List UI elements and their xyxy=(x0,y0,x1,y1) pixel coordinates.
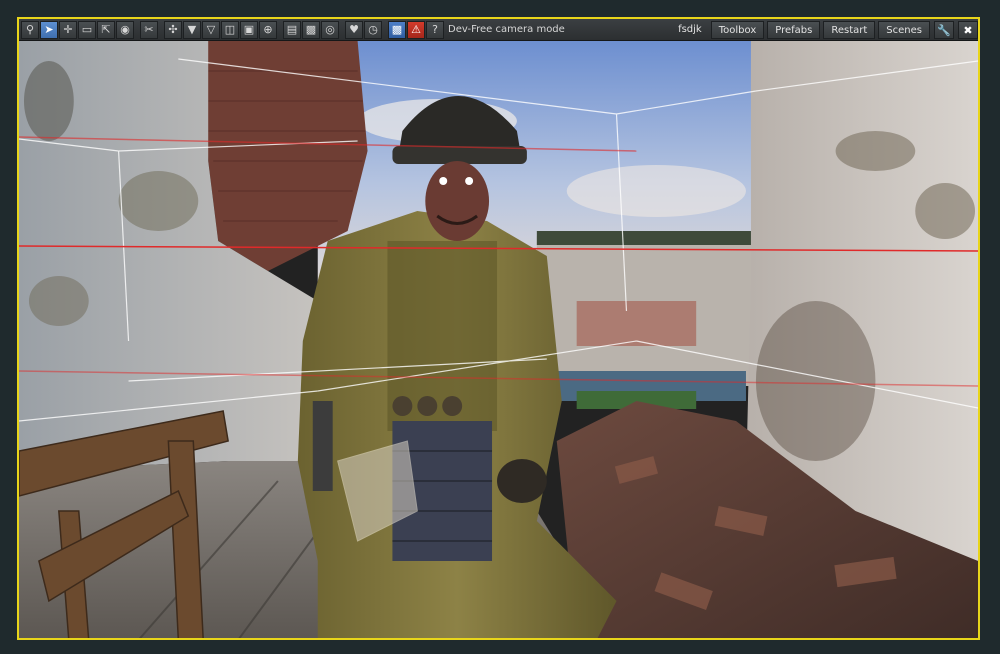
eye-icon[interactable]: ◎ xyxy=(321,20,339,39)
globe-icon[interactable]: ◉ xyxy=(116,20,134,39)
close-icon[interactable]: ✖ xyxy=(958,21,978,39)
toolbar-right-group: fsdjk Toolbox Prefabs Restart Scenes 🔧 ✖ xyxy=(670,19,978,41)
page-icon[interactable]: ▤ xyxy=(283,20,301,39)
user-tag: fsdjk xyxy=(678,24,702,35)
panel-icon[interactable]: ◫ xyxy=(221,20,239,39)
toolbox-menu-button[interactable]: Toolbox xyxy=(710,21,765,39)
rect-select-icon[interactable]: ▭ xyxy=(78,20,96,39)
heart-icon[interactable]: ♥ xyxy=(345,20,363,39)
scissors-icon[interactable]: ✂ xyxy=(140,20,158,39)
help-icon[interactable]: ? xyxy=(426,20,444,39)
target-icon[interactable]: ⊕ xyxy=(259,20,277,39)
wrench-icon[interactable]: 🔧 xyxy=(934,21,954,39)
scale-icon[interactable]: ⇱ xyxy=(97,20,115,39)
prefabs-menu-button[interactable]: Prefabs xyxy=(767,21,821,39)
search-icon[interactable]: ⚲ xyxy=(21,20,39,39)
editor-toolbar: ⚲ ➤ ✛ ▭ ⇱ ◉ ✂ ✣ ▼ ▽ ◫ ▣ ⊕ ▤ ▩ ◎ ♥ ◷ ▩ ⚠ … xyxy=(19,19,978,41)
arrow-down-icon[interactable]: ▼ xyxy=(183,20,201,39)
camera-icon[interactable]: ▩ xyxy=(302,20,320,39)
editor-viewport-frame: ⚲ ➤ ✛ ▭ ⇱ ◉ ✂ ✣ ▼ ▽ ◫ ▣ ⊕ ▤ ▩ ◎ ♥ ◷ ▩ ⚠ … xyxy=(17,17,980,640)
warning-icon[interactable]: ⚠ xyxy=(407,20,425,39)
scenes-menu-button[interactable]: Scenes xyxy=(878,21,930,39)
navigate-icon[interactable]: ✣ xyxy=(164,20,182,39)
clock-icon[interactable]: ◷ xyxy=(364,20,382,39)
camera-mode-label: Dev-Free camera mode xyxy=(448,24,565,35)
restart-menu-button[interactable]: Restart xyxy=(823,21,876,39)
car-icon[interactable]: ▣ xyxy=(240,20,258,39)
3d-scene-viewport[interactable] xyxy=(19,41,978,640)
select-arrow-icon[interactable]: ➤ xyxy=(40,20,58,39)
move-icon[interactable]: ✛ xyxy=(59,20,77,39)
arrow-down-outline-icon[interactable]: ▽ xyxy=(202,20,220,39)
save-icon[interactable]: ▩ xyxy=(388,20,406,39)
